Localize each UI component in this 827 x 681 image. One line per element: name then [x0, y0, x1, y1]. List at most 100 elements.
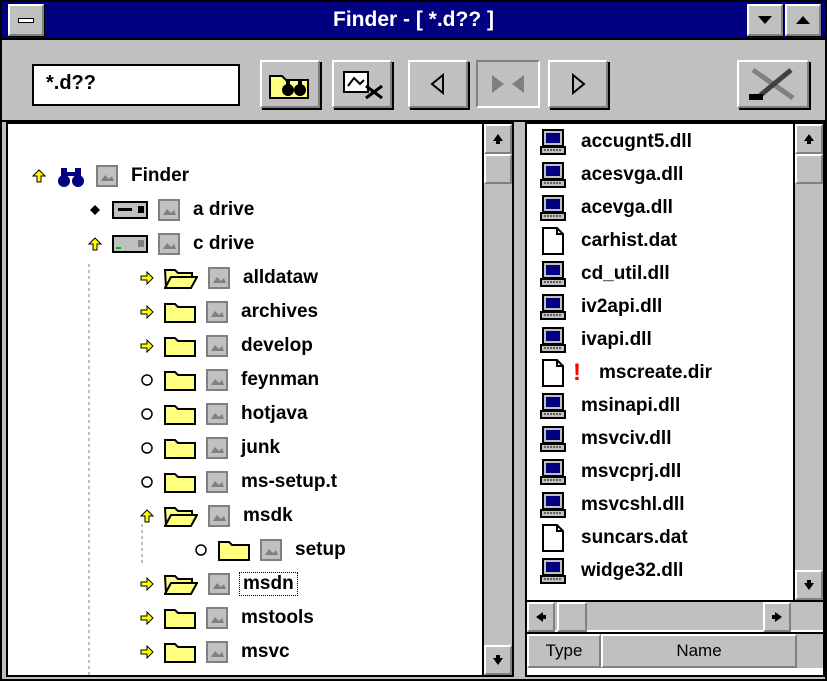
image-placeholder-icon — [206, 641, 228, 663]
file-list-item[interactable]: accugnt5.dll — [539, 126, 692, 158]
tree-item-label: archives — [241, 301, 319, 322]
scroll-right-button[interactable] — [763, 602, 791, 632]
tree-item[interactable]: msdn — [138, 568, 298, 600]
tree-vertical-scrollbar[interactable] — [482, 124, 512, 675]
image-placeholder-icon — [206, 335, 228, 357]
tree-item[interactable]: a drive — [86, 194, 257, 226]
file-list-pane[interactable]: accugnt5.dll acesvga.dll acevga.dll carhist… — [525, 122, 825, 677]
up-arrow-icon[interactable] — [86, 235, 104, 253]
tree-item[interactable]: alldataw — [138, 262, 321, 294]
right-arrow-icon[interactable] — [138, 609, 156, 627]
system-menu-button[interactable] — [8, 4, 44, 36]
up-arrow-icon[interactable] — [30, 167, 48, 185]
folder-binoculars-icon — [269, 75, 309, 99]
files-scroll-down-button[interactable] — [795, 570, 823, 600]
diamond-icon[interactable] — [86, 201, 104, 219]
tree-item-label: junk — [241, 437, 281, 458]
name-column-header[interactable]: Name — [601, 634, 797, 668]
file-name: msinapi.dll — [581, 395, 681, 416]
file-list-item[interactable]: msvcprj.dll — [539, 456, 681, 488]
file-list-item[interactable]: msvciv.dll — [539, 423, 671, 455]
file-list-item[interactable]: ivapi.dll — [539, 324, 652, 356]
files-scroll-up-button[interactable] — [795, 124, 823, 154]
scroll-up-button[interactable] — [484, 124, 512, 154]
tree-item[interactable]: junk — [138, 432, 283, 464]
tree-item[interactable]: Finder — [30, 160, 192, 192]
circle-icon[interactable] — [138, 473, 156, 491]
left-arrow-icon — [536, 612, 546, 622]
files-horizontal-scrollbar[interactable] — [527, 600, 823, 632]
next-button[interactable] — [548, 60, 608, 108]
find-in-folder-button[interactable] — [260, 60, 320, 108]
horizontal-scroll-thumb[interactable] — [557, 602, 587, 632]
down-arrow-icon — [493, 655, 503, 665]
image-placeholder-icon — [206, 369, 228, 391]
computer-file-icon — [539, 194, 567, 222]
previous-button[interactable] — [408, 60, 468, 108]
up-triangle-icon — [796, 16, 810, 24]
tree-item[interactable]: mstools — [138, 602, 317, 634]
computer-file-icon — [539, 128, 567, 156]
image-placeholder-icon — [208, 267, 230, 289]
scroll-down-button[interactable] — [484, 645, 512, 675]
file-list-item[interactable]: widge32.dll — [539, 555, 683, 587]
up-arrow-icon[interactable] — [138, 507, 156, 525]
image-placeholder-icon — [206, 607, 228, 629]
right-arrow-icon[interactable] — [138, 269, 156, 287]
tree-item-label: mstools — [241, 607, 314, 628]
tree-item-label: setup — [295, 539, 346, 560]
scroll-left-button[interactable] — [527, 602, 555, 632]
tree-item[interactable]: archives — [138, 296, 321, 328]
files-vertical-scrollbar[interactable] — [793, 124, 823, 600]
right-arrow-icon[interactable] — [138, 303, 156, 321]
files-scroll-thumb[interactable] — [795, 154, 823, 184]
tree-item[interactable]: develop — [138, 330, 316, 362]
binoculars-icon — [56, 164, 86, 188]
file-list-item[interactable]: cd_util.dll — [539, 258, 670, 290]
file-name: suncars.dat — [581, 527, 688, 548]
folder-tree-pane[interactable]: Finder a drive c drive alldataw archives deve… — [6, 122, 514, 677]
stop-search-button[interactable] — [332, 60, 392, 108]
title-bar[interactable]: Finder - [ *.d?? ] — [2, 2, 825, 40]
right-arrow-icon[interactable] — [138, 575, 156, 593]
image-placeholder-icon — [260, 539, 282, 561]
file-list-item[interactable]: msinapi.dll — [539, 390, 680, 422]
tools-icon — [749, 67, 795, 101]
open-folder-icon — [164, 505, 198, 527]
circle-icon[interactable] — [138, 371, 156, 389]
image-placeholder-icon — [206, 437, 228, 459]
file-list-item[interactable]: iv2api.dll — [539, 291, 662, 323]
file-list-item[interactable]: acesvga.dll — [539, 159, 683, 191]
tree-item-label: msdn — [239, 572, 298, 596]
computer-file-icon — [539, 161, 567, 189]
file-list-item[interactable]: suncars.dat — [539, 522, 688, 554]
toggle-split-button[interactable] — [476, 60, 540, 108]
tree-item[interactable]: msvc — [138, 636, 293, 668]
circle-icon[interactable] — [138, 439, 156, 457]
tree-item[interactable]: c drive — [86, 228, 257, 260]
file-list-item[interactable]: ! mscreate.dir — [539, 357, 712, 389]
maximize-button[interactable] — [785, 4, 821, 36]
tree-item-label: ms-setup.t — [241, 471, 338, 492]
circle-icon[interactable] — [192, 541, 210, 559]
minimize-button[interactable] — [747, 4, 783, 36]
file-name: ivapi.dll — [581, 329, 652, 350]
right-arrow-icon[interactable] — [138, 643, 156, 661]
search-input[interactable]: *.d?? — [32, 64, 240, 106]
tree-item[interactable]: hotjava — [138, 398, 311, 430]
file-list-item[interactable]: acevga.dll — [539, 192, 673, 224]
type-column-header[interactable]: Type — [527, 634, 601, 668]
right-arrow-icon[interactable] — [138, 337, 156, 355]
tree-item[interactable]: msdk — [138, 500, 296, 532]
file-name: mscreate.dir — [599, 362, 713, 383]
circle-icon[interactable] — [138, 405, 156, 423]
scroll-thumb[interactable] — [484, 154, 512, 184]
file-name: iv2api.dll — [581, 296, 663, 317]
tree-item[interactable]: feynman — [138, 364, 322, 396]
system-menu-icon — [18, 17, 34, 23]
tools-button[interactable] — [737, 60, 809, 108]
file-list-item[interactable]: msvcshl.dll — [539, 489, 685, 521]
tree-item[interactable]: setup — [192, 534, 349, 566]
tree-item[interactable]: ms-setup.t — [138, 466, 340, 498]
file-list-item[interactable]: carhist.dat — [539, 225, 677, 257]
